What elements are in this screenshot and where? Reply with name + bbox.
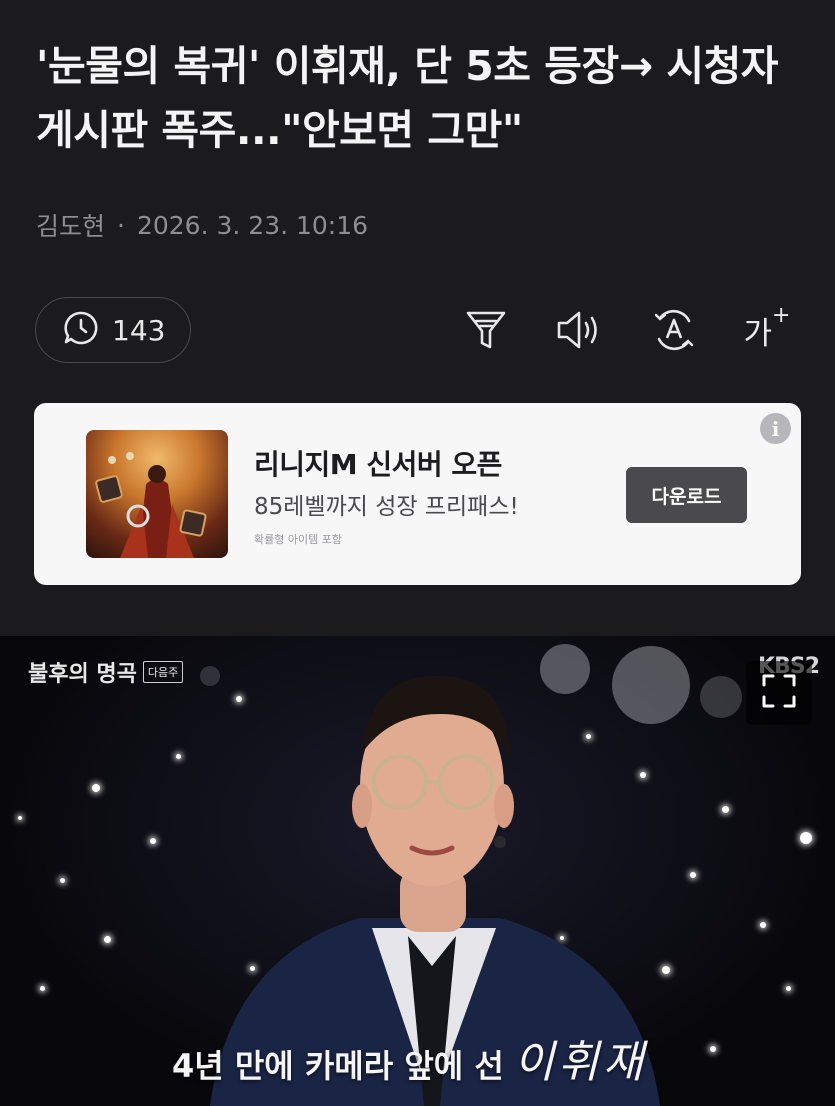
filter-icon [464, 307, 508, 353]
comment-clock-icon [62, 309, 100, 351]
translate-button[interactable] [649, 304, 699, 356]
text-to-speech-button[interactable] [555, 304, 605, 356]
ad-download-button[interactable]: 다운로드 [626, 467, 747, 523]
font-size-button[interactable]: 가+ [742, 303, 792, 356]
caption-text: 4년 만에 카메라 앞에 선 [172, 1047, 504, 1085]
meta-separator: · [117, 210, 125, 240]
fullscreen-button[interactable] [746, 661, 812, 725]
caption-name: 이휘재 [513, 1037, 648, 1088]
speaker-icon [555, 308, 605, 352]
video-player[interactable]: 불후의 명곡 다음주 KBS2 4년 만에 카메라 앞에 선 이휘재 [0, 636, 835, 1106]
summary-filter-button[interactable] [461, 304, 511, 356]
ad-info-icon[interactable]: i [760, 413, 791, 444]
video-caption: 4년 만에 카메라 앞에 선 이휘재 [172, 1026, 647, 1090]
ad-banner[interactable]: 리니지M 신서버 오픈 85레벨까지 성장 프리패스! 확률형 아이템 포함 다… [34, 403, 801, 585]
article-headline: '눈물의 복귀' 이휘재, 단 5초 등장→ 시청자 게시판 폭주..."안보면… [36, 42, 779, 154]
ad-title[interactable]: 리니지M 신서버 오픈 [254, 443, 502, 483]
ad-fine-print: 확률형 아이템 포함 [254, 533, 342, 546]
translate-icon [651, 307, 697, 353]
comment-button[interactable]: 143 [35, 297, 191, 363]
show-tag: 다음주 [142, 661, 184, 683]
show-logo: 불후의 명곡 다음주 [28, 656, 184, 688]
expand-icon [761, 673, 797, 713]
ad-thumbnail[interactable] [86, 430, 228, 558]
author-name[interactable]: 김도현 [36, 207, 105, 243]
ad-subtitle: 85레벨까지 성장 프리패스! [254, 494, 519, 520]
publish-datetime: 2026. 3. 23. 10:16 [136, 210, 369, 240]
comment-count: 143 [112, 313, 166, 347]
article-meta: 김도현 · 2026. 3. 23. 10:16 [36, 207, 368, 243]
font-size-icon: 가+ [743, 303, 791, 352]
